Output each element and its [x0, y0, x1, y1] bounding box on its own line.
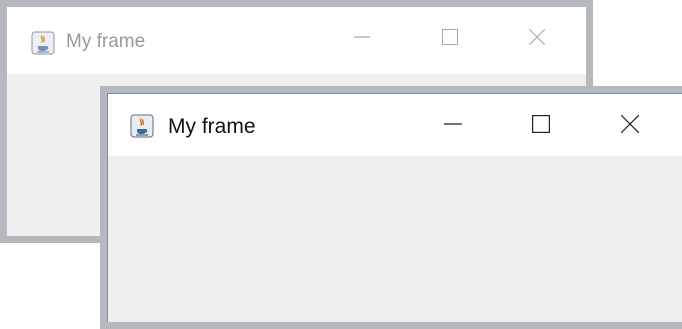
active-window-titlebar[interactable]: My frame: [108, 94, 682, 156]
maximize-button[interactable]: [511, 94, 571, 154]
java-coffee-icon: [130, 114, 154, 138]
close-button[interactable]: [600, 94, 660, 154]
window-title: My frame: [66, 31, 146, 52]
maximize-icon: [442, 29, 458, 45]
minimize-button[interactable]: [423, 94, 483, 154]
maximize-button[interactable]: [420, 7, 480, 67]
close-button[interactable]: [507, 7, 567, 67]
minimize-button[interactable]: [332, 7, 392, 67]
maximize-icon: [532, 115, 550, 133]
close-icon: [621, 115, 639, 133]
window-title: My frame: [168, 115, 256, 138]
java-coffee-icon: [31, 31, 55, 55]
minimize-icon: [444, 123, 462, 125]
minimize-icon: [354, 36, 370, 38]
close-icon: [529, 29, 545, 45]
active-window[interactable]: My frame: [100, 86, 682, 329]
inactive-window-titlebar[interactable]: My frame: [7, 7, 586, 74]
active-window-body: My frame: [107, 93, 682, 322]
